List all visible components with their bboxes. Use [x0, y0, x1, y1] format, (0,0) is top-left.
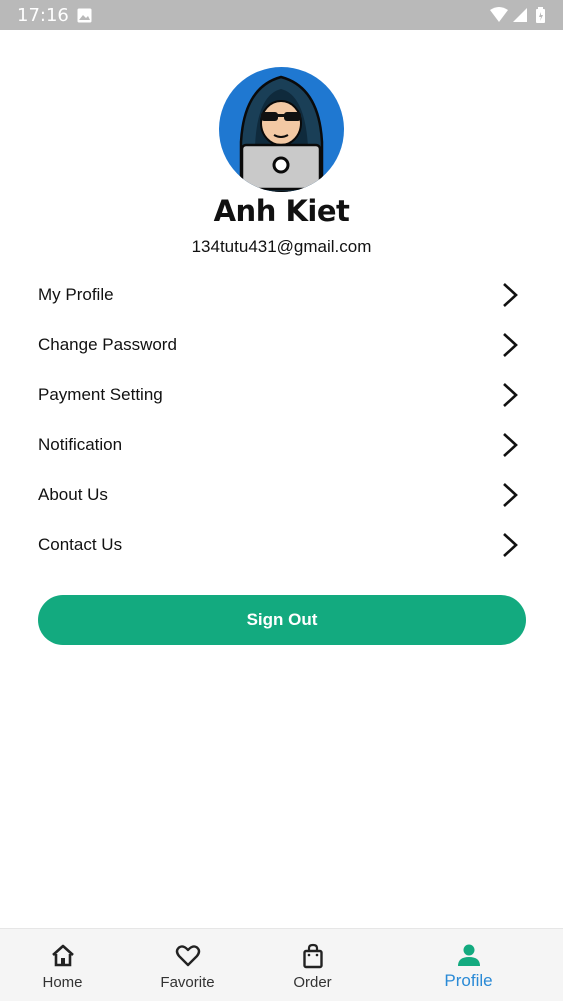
- profile-menu: My Profile Change Password Payment Setti…: [0, 270, 563, 570]
- status-icons: [489, 6, 549, 29]
- menu-item-label: About Us: [38, 485, 108, 504]
- nav-item-profile[interactable]: Profile: [406, 929, 531, 1001]
- status-bar: 17:16: [0, 0, 563, 30]
- chevron-right-icon: [500, 482, 520, 513]
- chevron-right-icon: [500, 382, 520, 413]
- menu-item-label: My Profile: [38, 285, 114, 304]
- menu-item-label: Contact Us: [38, 535, 123, 554]
- person-icon: [456, 943, 482, 974]
- chevron-right-icon: [500, 532, 520, 563]
- nav-label: Favorite: [160, 974, 215, 991]
- nav-item-home[interactable]: Home: [0, 929, 125, 1001]
- menu-item-notification[interactable]: Notification: [0, 420, 563, 470]
- nav-label: Home: [42, 974, 83, 991]
- nav-label: Order: [293, 974, 332, 991]
- shopping-bag-icon: [300, 943, 326, 974]
- menu-item-change-password[interactable]: Change Password: [0, 320, 563, 370]
- heart-icon: [175, 943, 201, 974]
- hacker-avatar-icon: [239, 75, 324, 192]
- menu-item-payment-setting[interactable]: Payment Setting: [0, 370, 563, 420]
- status-time: 17:16: [17, 5, 69, 26]
- menu-item-about-us[interactable]: About Us: [0, 470, 563, 520]
- wifi-icon: [490, 7, 508, 22]
- nav-item-favorite[interactable]: Favorite: [125, 929, 250, 1001]
- user-email: 134tutu431@gmail.com: [191, 237, 372, 256]
- battery-icon: [536, 7, 545, 23]
- chevron-right-icon: [500, 332, 520, 363]
- menu-item-label: Notification: [38, 435, 123, 454]
- chevron-right-icon: [500, 282, 520, 313]
- chevron-right-icon: [500, 432, 520, 463]
- menu-item-contact-us[interactable]: Contact Us: [0, 520, 563, 570]
- signal-icon: [513, 8, 527, 22]
- nav-label: Profile: [444, 971, 493, 990]
- nav-item-order[interactable]: Order: [250, 929, 375, 1001]
- avatar: [219, 67, 344, 192]
- menu-item-label: Change Password: [38, 335, 177, 354]
- menu-item-label: Payment Setting: [38, 385, 163, 404]
- bottom-nav: Home Favorite Order Profile: [0, 928, 563, 1001]
- sign-out-button[interactable]: Sign Out: [38, 595, 526, 645]
- menu-item-my-profile[interactable]: My Profile: [0, 270, 563, 320]
- photo-icon: [77, 8, 92, 28]
- user-name: Anh Kiet: [213, 194, 350, 228]
- home-icon: [50, 943, 76, 974]
